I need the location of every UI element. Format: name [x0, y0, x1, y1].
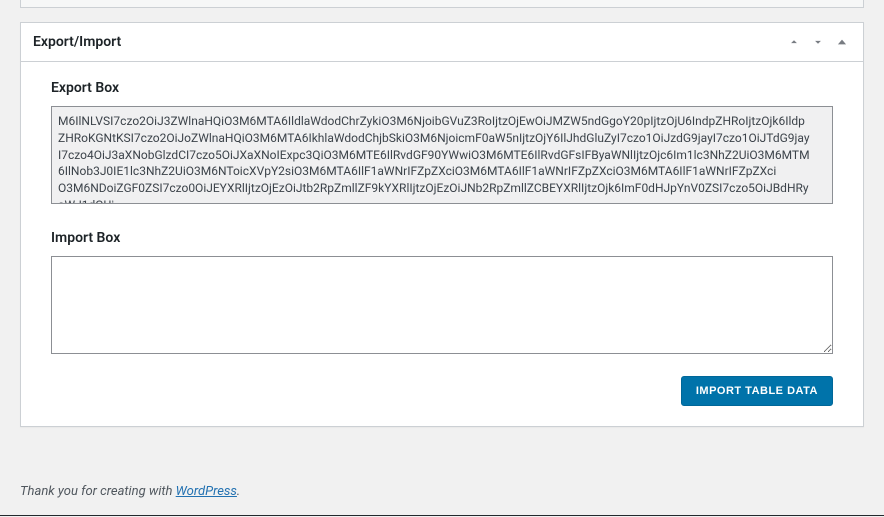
previous-panel-edge	[20, 0, 864, 8]
panel-header[interactable]: Export/Import	[21, 23, 863, 62]
export-textarea[interactable]: M6IlNLVSI7czo2OiJ3ZWlnaHQiO3M6MTA6IldlaW…	[51, 106, 833, 204]
chevron-up-icon[interactable]	[785, 33, 803, 51]
import-table-data-button[interactable]: IMPORT TABLE DATA	[681, 376, 833, 406]
footer-prefix: Thank you for creating with	[20, 484, 176, 499]
panel-title: Export/Import	[33, 34, 121, 50]
bottom-divider	[0, 515, 884, 516]
panel-controls	[785, 33, 851, 51]
export-import-panel: Export/Import Export Box M6IlNLVSI7czo2O…	[20, 22, 864, 427]
panel-body: Export Box M6IlNLVSI7czo2OiJ3ZWlnaHQiO3M…	[21, 62, 863, 426]
import-box-label: Import Box	[51, 230, 833, 246]
import-textarea[interactable]	[51, 256, 833, 354]
chevron-down-icon[interactable]	[809, 33, 827, 51]
wordpress-link[interactable]: WordPress	[176, 484, 237, 499]
footer-credit: Thank you for creating with WordPress.	[20, 484, 240, 499]
footer-suffix: .	[237, 484, 240, 499]
triangle-up-icon[interactable]	[833, 33, 851, 51]
export-box-label: Export Box	[51, 80, 833, 96]
